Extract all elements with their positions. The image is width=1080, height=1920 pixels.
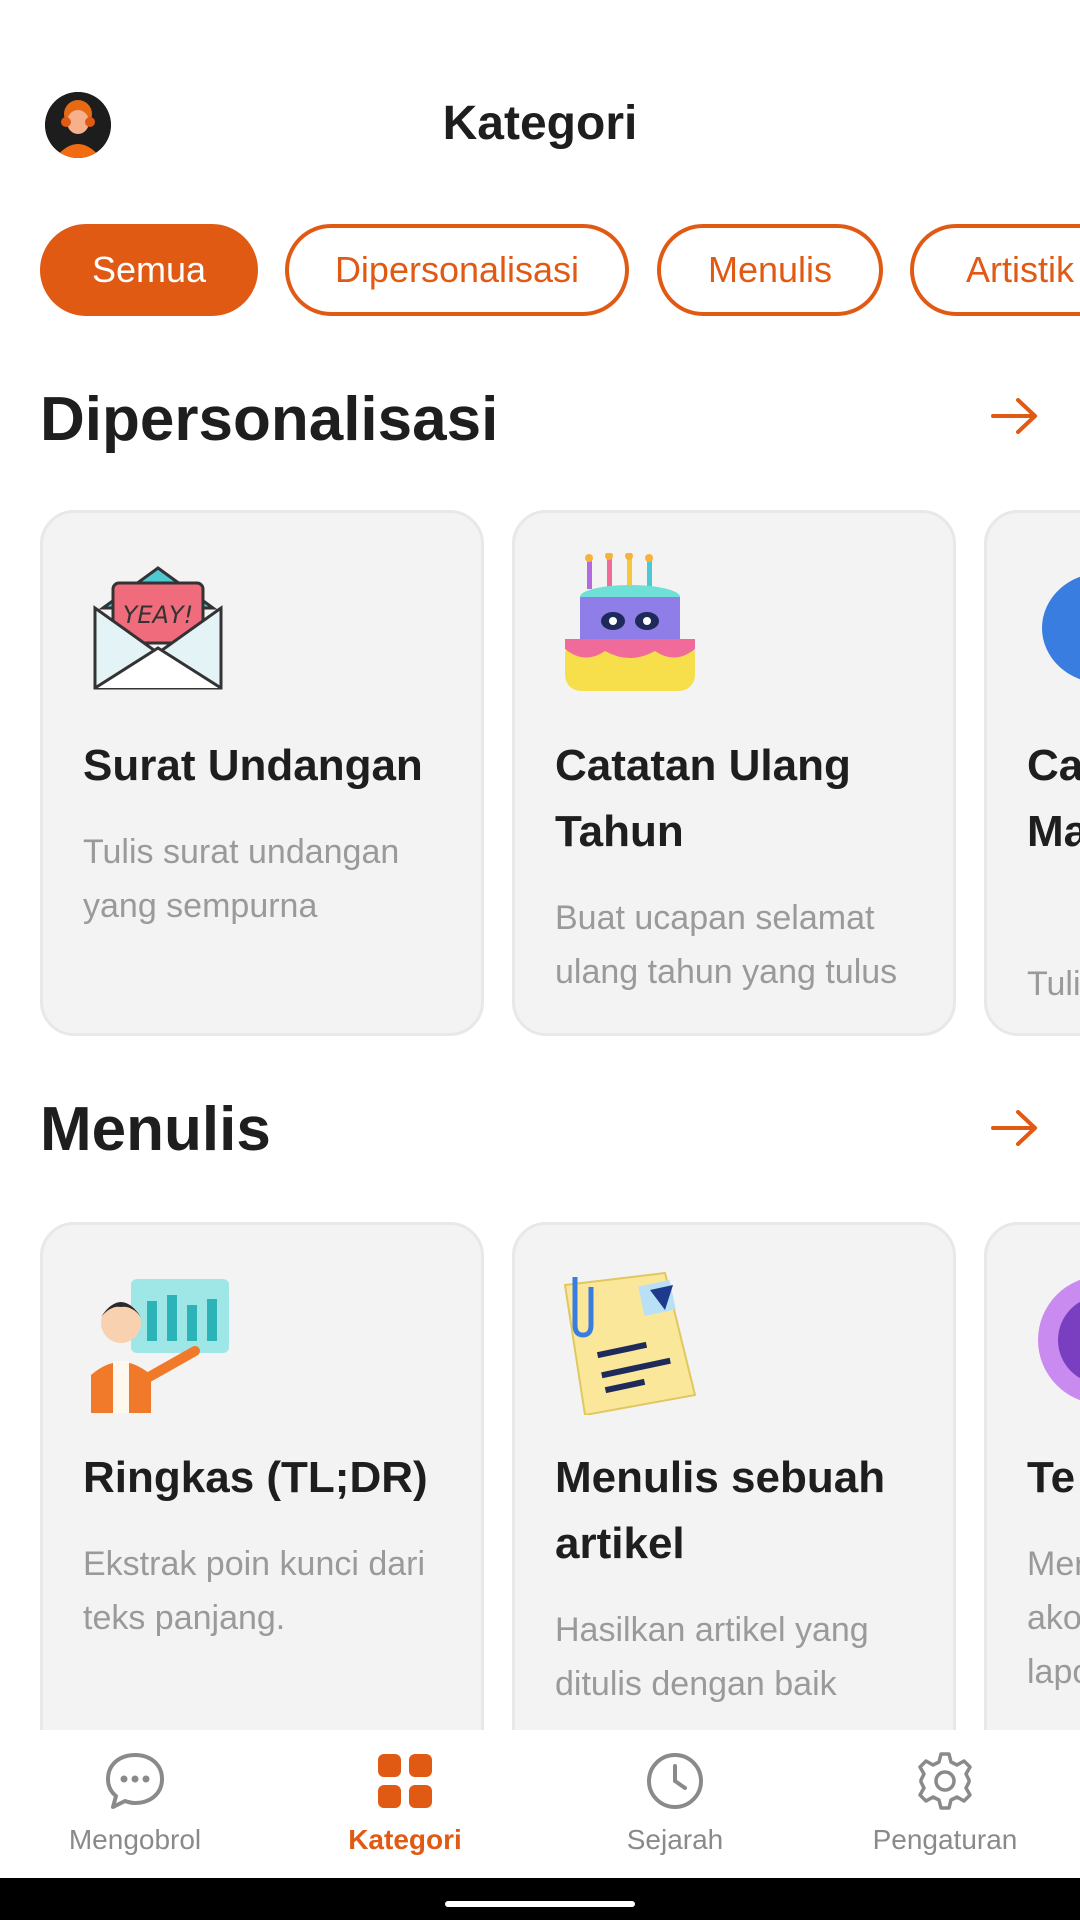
nav-sejarah[interactable]: Sejarah bbox=[540, 1730, 810, 1878]
card-title: Ringkas (TL;DR) bbox=[83, 1453, 428, 1502]
card-title: Menulis sebuah artikel bbox=[555, 1453, 886, 1568]
card-partial[interactable]: Te Mer ako lapo bbox=[984, 1222, 1080, 1730]
page-title: Kategori bbox=[442, 97, 638, 150]
tab-dipersonalisasi[interactable]: Dipersonalisasi bbox=[285, 224, 629, 316]
partial-card-icon bbox=[1038, 1279, 1080, 1401]
card-description: Tulis surat undangan yang sempurna bbox=[83, 833, 400, 925]
tab-semua[interactable]: Semua bbox=[40, 224, 258, 316]
birthday-cake-icon bbox=[565, 553, 695, 691]
card-description: Hasilkan artikel yang ditulis dengan bai… bbox=[555, 1611, 869, 1703]
tab-menulis[interactable]: Menulis bbox=[657, 224, 883, 316]
invitation-envelope-icon: YEAY! bbox=[93, 566, 223, 690]
card-title: Ca Per Ma bbox=[1027, 741, 1080, 856]
chat-icon bbox=[106, 1753, 164, 1809]
gear-icon bbox=[918, 1752, 972, 1810]
bottom-navigation: Mengobrol Kategori Sejarah Pengaturan bbox=[0, 1730, 1080, 1878]
nav-label: Mengobrol bbox=[68, 1824, 202, 1855]
presenter-chart-icon bbox=[91, 1279, 229, 1413]
card-description: Tuli bbox=[1027, 965, 1080, 1003]
header: Kategori bbox=[0, 0, 1080, 200]
card-ringkas[interactable]: Ringkas (TL;DR) Ekstrak poin kunci dari … bbox=[40, 1222, 484, 1730]
nav-kategori[interactable]: Kategori bbox=[270, 1730, 540, 1878]
note-paper-icon bbox=[563, 1271, 697, 1415]
card-title: Te bbox=[1027, 1453, 1076, 1502]
arrow-right-icon[interactable] bbox=[990, 396, 1040, 436]
svg-text:YEAY!: YEAY! bbox=[123, 601, 194, 629]
card-description: Mer ako lapo bbox=[1027, 1545, 1080, 1691]
section-title-dipersonalisasi: Dipersonalisasi bbox=[40, 385, 499, 454]
card-description: Ekstrak poin kunci dari teks panjang. bbox=[83, 1545, 426, 1637]
partial-card-icon: R bbox=[1042, 576, 1080, 680]
grid-icon bbox=[378, 1754, 432, 1808]
card-description: Buat ucapan selamat ulang tahun yang tul… bbox=[555, 899, 898, 991]
section-title-menulis: Menulis bbox=[40, 1095, 271, 1164]
card-title: Catatan Ulang Tahun bbox=[555, 741, 851, 856]
clock-icon bbox=[647, 1753, 703, 1809]
card-partial[interactable]: R Ca Per Ma Tuli bbox=[984, 510, 1080, 1036]
arrow-right-icon[interactable] bbox=[990, 1108, 1040, 1148]
card-surat-undangan[interactable]: YEAY! Surat Undangan Tulis surat undanga… bbox=[40, 510, 484, 1036]
tab-artistik[interactable]: Artistik bbox=[910, 224, 1080, 316]
system-navigation-bar bbox=[0, 1878, 1080, 1920]
nav-mengobrol[interactable]: Mengobrol bbox=[0, 1730, 270, 1878]
category-filter-tabs: Semua Dipersonalisasi Menulis Artistik bbox=[0, 224, 1080, 324]
card-title: Surat Undangan bbox=[83, 741, 423, 790]
card-menulis-artikel[interactable]: Menulis sebuah artikel Hasilkan artikel … bbox=[512, 1222, 956, 1730]
nav-label: Sejarah bbox=[626, 1824, 724, 1855]
nav-label: Pengaturan bbox=[872, 1824, 1018, 1855]
card-catatan-ulang-tahun[interactable]: Catatan Ulang Tahun Buat ucapan selamat … bbox=[512, 510, 956, 1036]
home-indicator[interactable] bbox=[445, 1901, 635, 1907]
card-row-dipersonalisasi: YEAY! Surat Undangan Tulis surat undanga… bbox=[0, 510, 1080, 1038]
nav-label: Kategori bbox=[348, 1824, 462, 1855]
card-row-menulis: Ringkas (TL;DR) Ekstrak poin kunci dari … bbox=[0, 1222, 1080, 1730]
nav-pengaturan[interactable]: Pengaturan bbox=[810, 1730, 1080, 1878]
